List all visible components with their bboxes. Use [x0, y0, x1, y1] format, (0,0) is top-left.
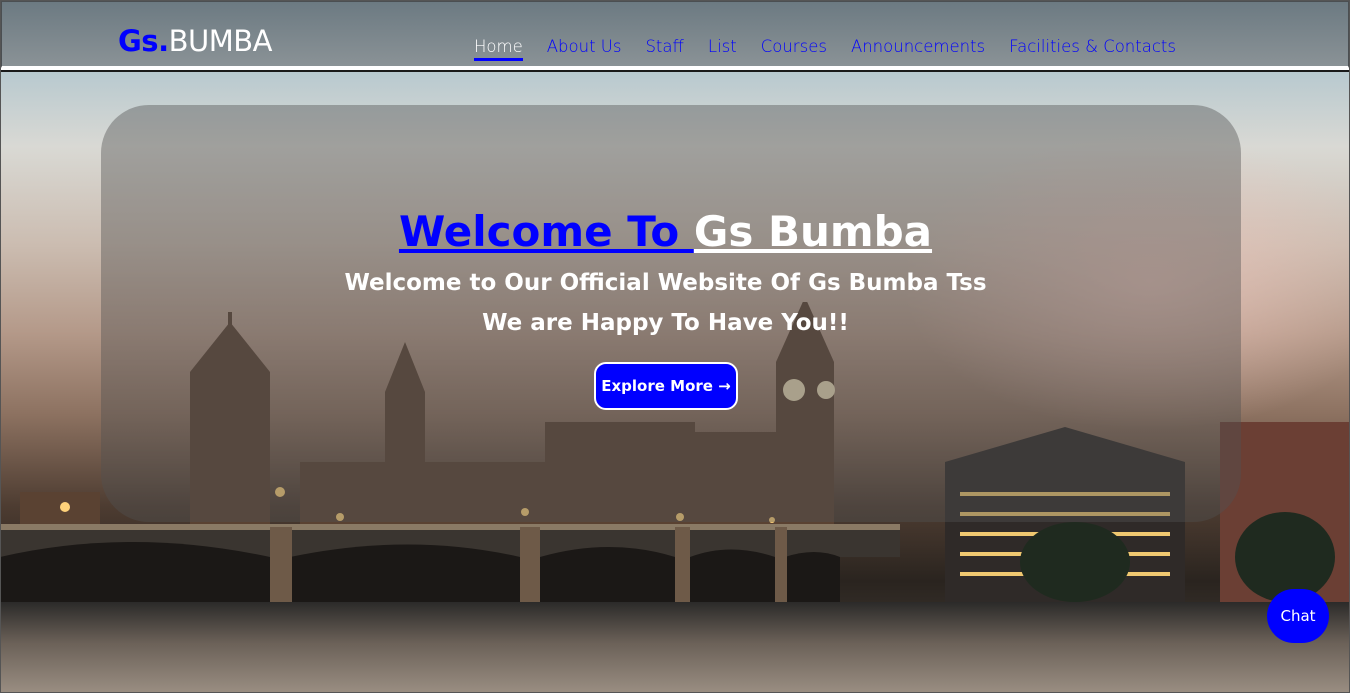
hero-title-name: Gs Bumba — [693, 207, 933, 256]
hero-title-welcome: Welcome To — [398, 207, 694, 256]
hero-title: Welcome To Gs Bumba — [0, 207, 1331, 256]
site-logo[interactable]: Gs.BUMBA — [118, 24, 272, 58]
nav-item-courses[interactable]: Courses — [761, 37, 827, 61]
chat-button[interactable]: Chat — [1267, 589, 1329, 643]
logo-prefix: Gs. — [118, 24, 169, 58]
logo-name: BUMBA — [168, 24, 273, 58]
hero-subtitle-line1: Welcome to Our Official Website Of Gs Bu… — [344, 270, 987, 296]
nav-item-home[interactable]: Home — [474, 37, 523, 61]
nav-item-list[interactable]: List — [708, 37, 737, 61]
nav-item-facilities-contacts[interactable]: Facilities & Contacts — [1009, 37, 1176, 61]
main-nav: Home About Us Staff List Courses Announc… — [474, 37, 1176, 61]
explore-more-button[interactable]: Explore More → — [594, 362, 738, 410]
nav-item-announcements[interactable]: Announcements — [851, 37, 985, 61]
nav-item-staff[interactable]: Staff — [645, 37, 683, 61]
site-header: Gs.BUMBA Home About Us Staff List Course… — [0, 0, 1350, 70]
hero-subtitle-line2: We are Happy To Have You!! — [482, 310, 849, 336]
nav-item-about-us[interactable]: About Us — [547, 37, 622, 61]
river-water — [0, 602, 1350, 693]
